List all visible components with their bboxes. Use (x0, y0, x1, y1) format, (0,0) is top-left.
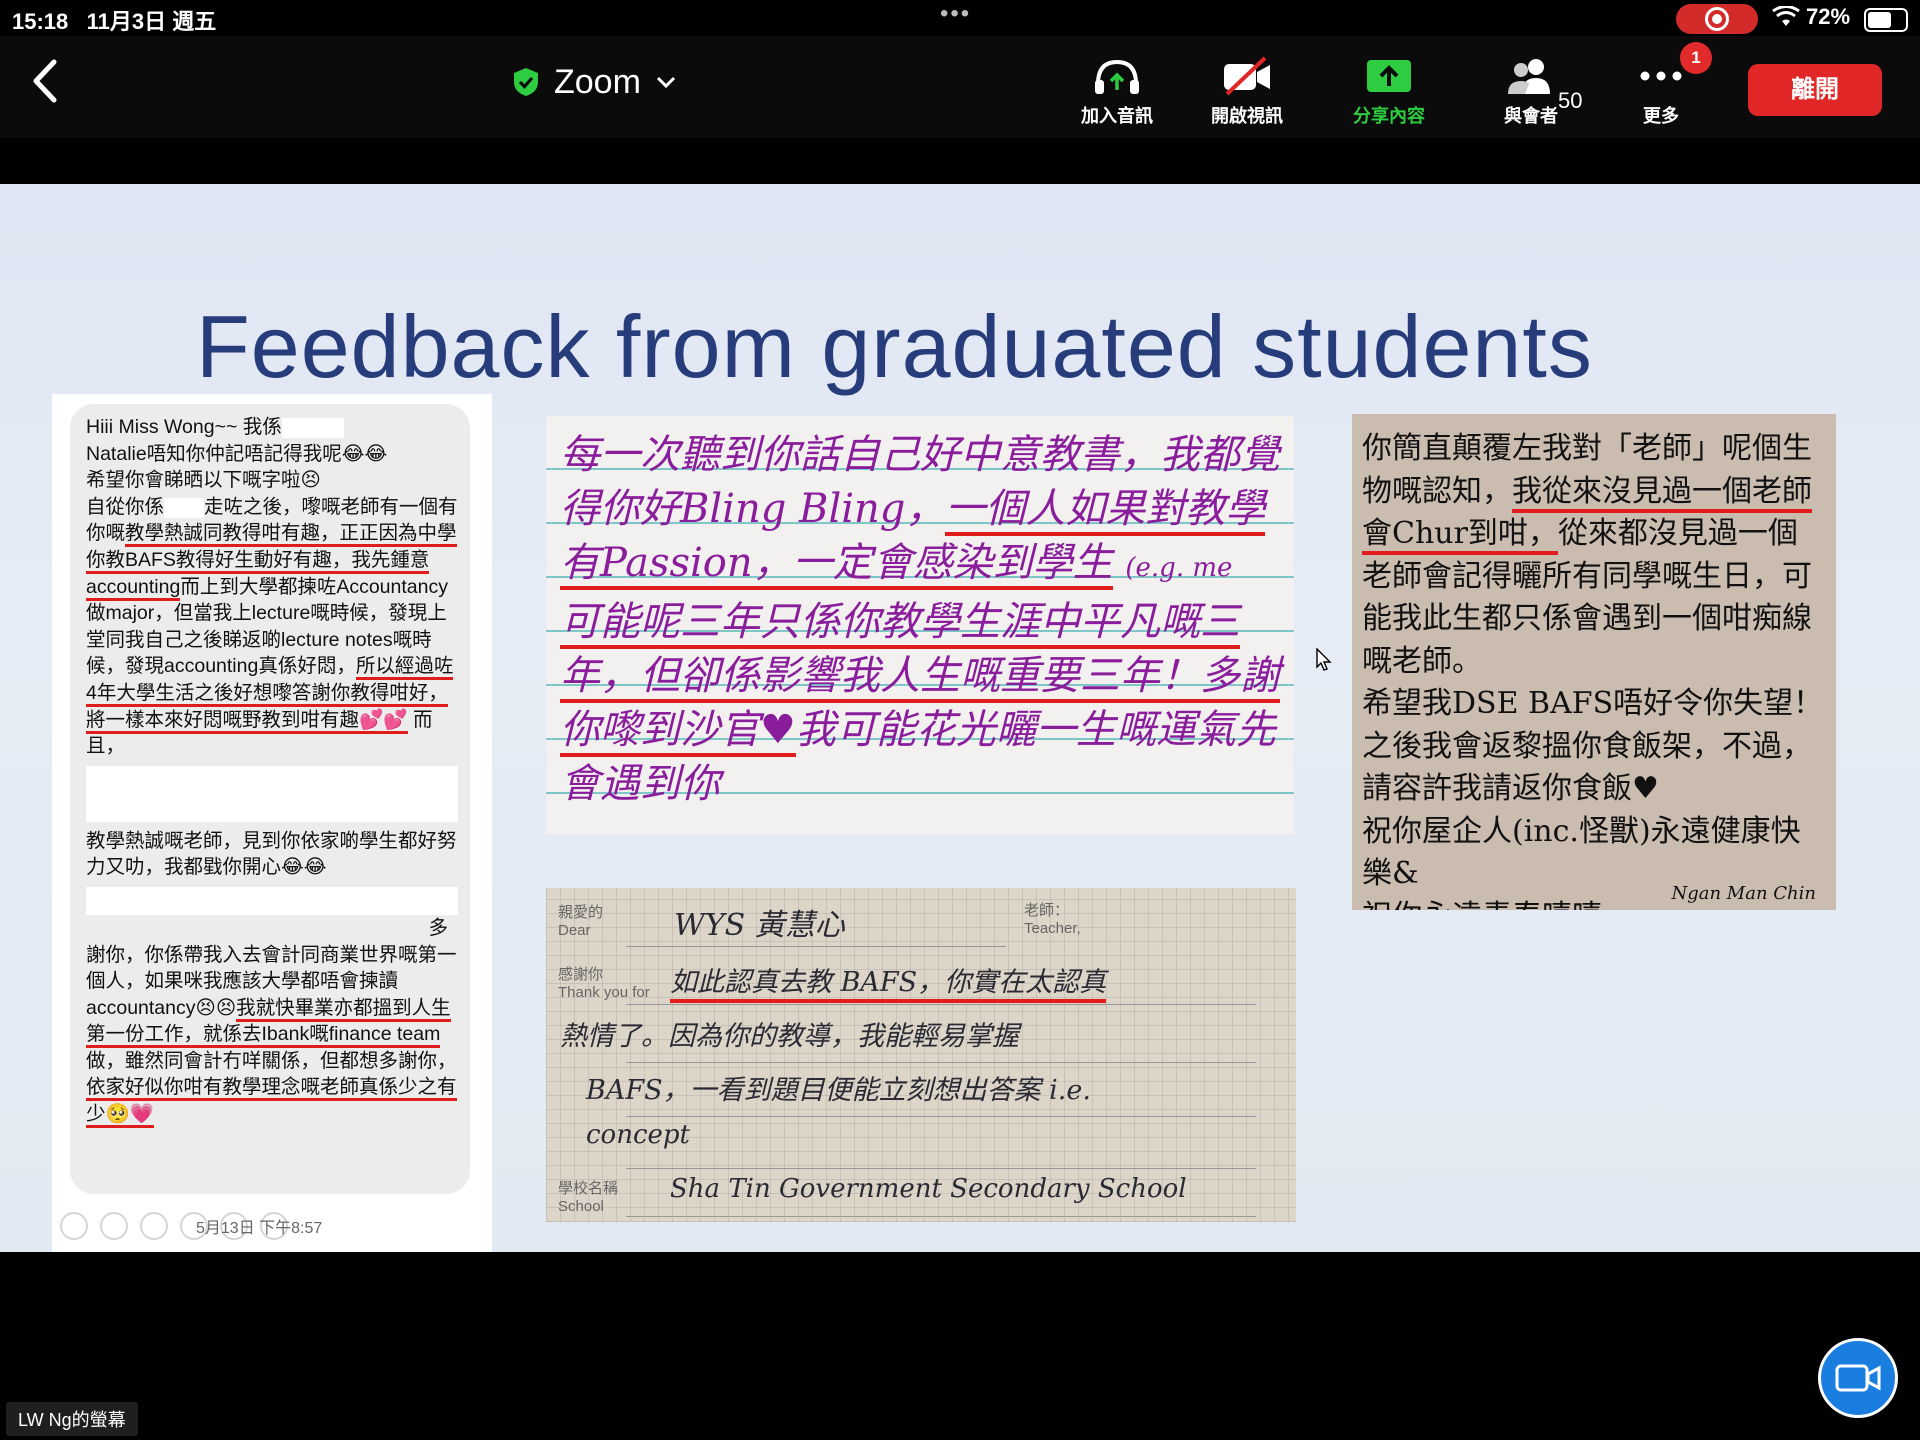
zoom-toolbar: Zoom 加入音訊 開啟視訊 分享內容 與會者 50 更多 1 離開 (0, 36, 1920, 138)
more-dots-icon (1640, 71, 1682, 81)
screen-owner-label: LW Ng的螢幕 (6, 1402, 138, 1436)
handwritten-note: 每一次聽到你話自己好中意教書，我都覺得你好Bling Bling，一個人如果對教… (560, 432, 1280, 807)
join-audio-label: 加入音訊 (1081, 106, 1153, 126)
feedback-card-purple: 每一次聽到你話自己好中意教書，我都覺得你好Bling Bling，一個人如果對教… (546, 416, 1294, 834)
start-video-label: 開啟視訊 (1211, 106, 1283, 126)
teacher-label: 老師： Teacher, (1024, 902, 1081, 937)
feedback-card-grid: 親愛的 Dear 老師： Teacher, 感謝你 Thank you for 學校名… (546, 888, 1296, 1222)
share-screen-icon (1367, 60, 1411, 92)
chat-timestamp: 5月13日 下午8:57 (196, 1220, 323, 1237)
chat-message: Hiii Miss Wong~~ 我係 Natalie唔知你仲記唔記得我呢😂😂 … (86, 414, 458, 1129)
more-badge: 1 (1680, 42, 1712, 74)
record-icon (1705, 7, 1729, 31)
participants-icon (1508, 59, 1550, 94)
dear-label: 親愛的 Dear (558, 904, 604, 939)
signature: Ngan Man Chin (1671, 883, 1816, 904)
card2-line2: 熱情了。因為你的教導，我能輕易掌握 (560, 1021, 1019, 1052)
slide-title: Feedback from graduated students (196, 297, 1593, 396)
meeting-title-dropdown[interactable]: Zoom (512, 60, 677, 104)
shared-slide: Feedback from graduated students Hiii Mi… (0, 184, 1920, 1252)
participants-count: 50 (1558, 88, 1583, 113)
back-button[interactable] (28, 56, 68, 106)
floating-video-button[interactable] (1818, 1338, 1898, 1418)
video-off-icon (1224, 56, 1270, 96)
multitask-dots-icon[interactable]: ••• (940, 0, 971, 28)
chevron-down-icon (656, 76, 675, 89)
card2-line4: concept (586, 1120, 690, 1150)
school-label: 學校名稱 School (558, 1180, 619, 1215)
more-label: 更多 (1643, 106, 1679, 126)
mouse-pointer-icon (1316, 648, 1332, 671)
battery-percent: 72% (1806, 4, 1851, 29)
status-bar: 15:18 11月3日 週五 ••• 72% (0, 0, 1920, 36)
handwritten-note: 你簡直顛覆左我對「老師」呢個生物嘅認知，我從來沒見過一個老師會Chur到咁，從來… (1362, 431, 1824, 910)
status-date: 11月3日 週五 (86, 9, 217, 34)
card2-line3: BAFS，一看到題目便能立刻想出答案 i.e. (586, 1075, 1091, 1106)
feedback-card-black: 你簡直顛覆左我對「老師」呢個生物嘅認知，我從來沒見過一個老師會Chur到咁，從來… (1352, 414, 1836, 910)
share-content-button[interactable]: 分享內容 (1334, 50, 1444, 136)
status-time: 15:18 (12, 9, 69, 34)
card2-recipient: WYS 黃慧心 (674, 908, 845, 943)
start-video-button[interactable]: 開啟視訊 (1192, 50, 1302, 136)
shield-check-icon (514, 68, 538, 96)
headphones-icon (1095, 59, 1139, 94)
share-content-label: 分享內容 (1353, 106, 1425, 126)
chevron-left-icon (33, 59, 57, 103)
meeting-title: Zoom (554, 62, 641, 101)
card2-school: Sha Tin Government Secondary School (670, 1174, 1187, 1204)
leave-button[interactable]: 離開 (1748, 64, 1882, 116)
thanks-label: 感謝你 Thank you for (558, 966, 650, 1001)
wifi-icon (1772, 6, 1800, 26)
recording-indicator (1676, 4, 1758, 34)
video-camera-icon (1835, 1364, 1881, 1392)
chat-screenshot: Hiii Miss Wong~~ 我係 Natalie唔知你仲記唔記得我呢😂😂 … (52, 394, 492, 1252)
join-audio-button[interactable]: 加入音訊 (1062, 50, 1172, 136)
card2-line1: 如此認真去教 BAFS，你實在太認真 (670, 960, 1107, 1003)
battery-icon (1864, 8, 1908, 32)
